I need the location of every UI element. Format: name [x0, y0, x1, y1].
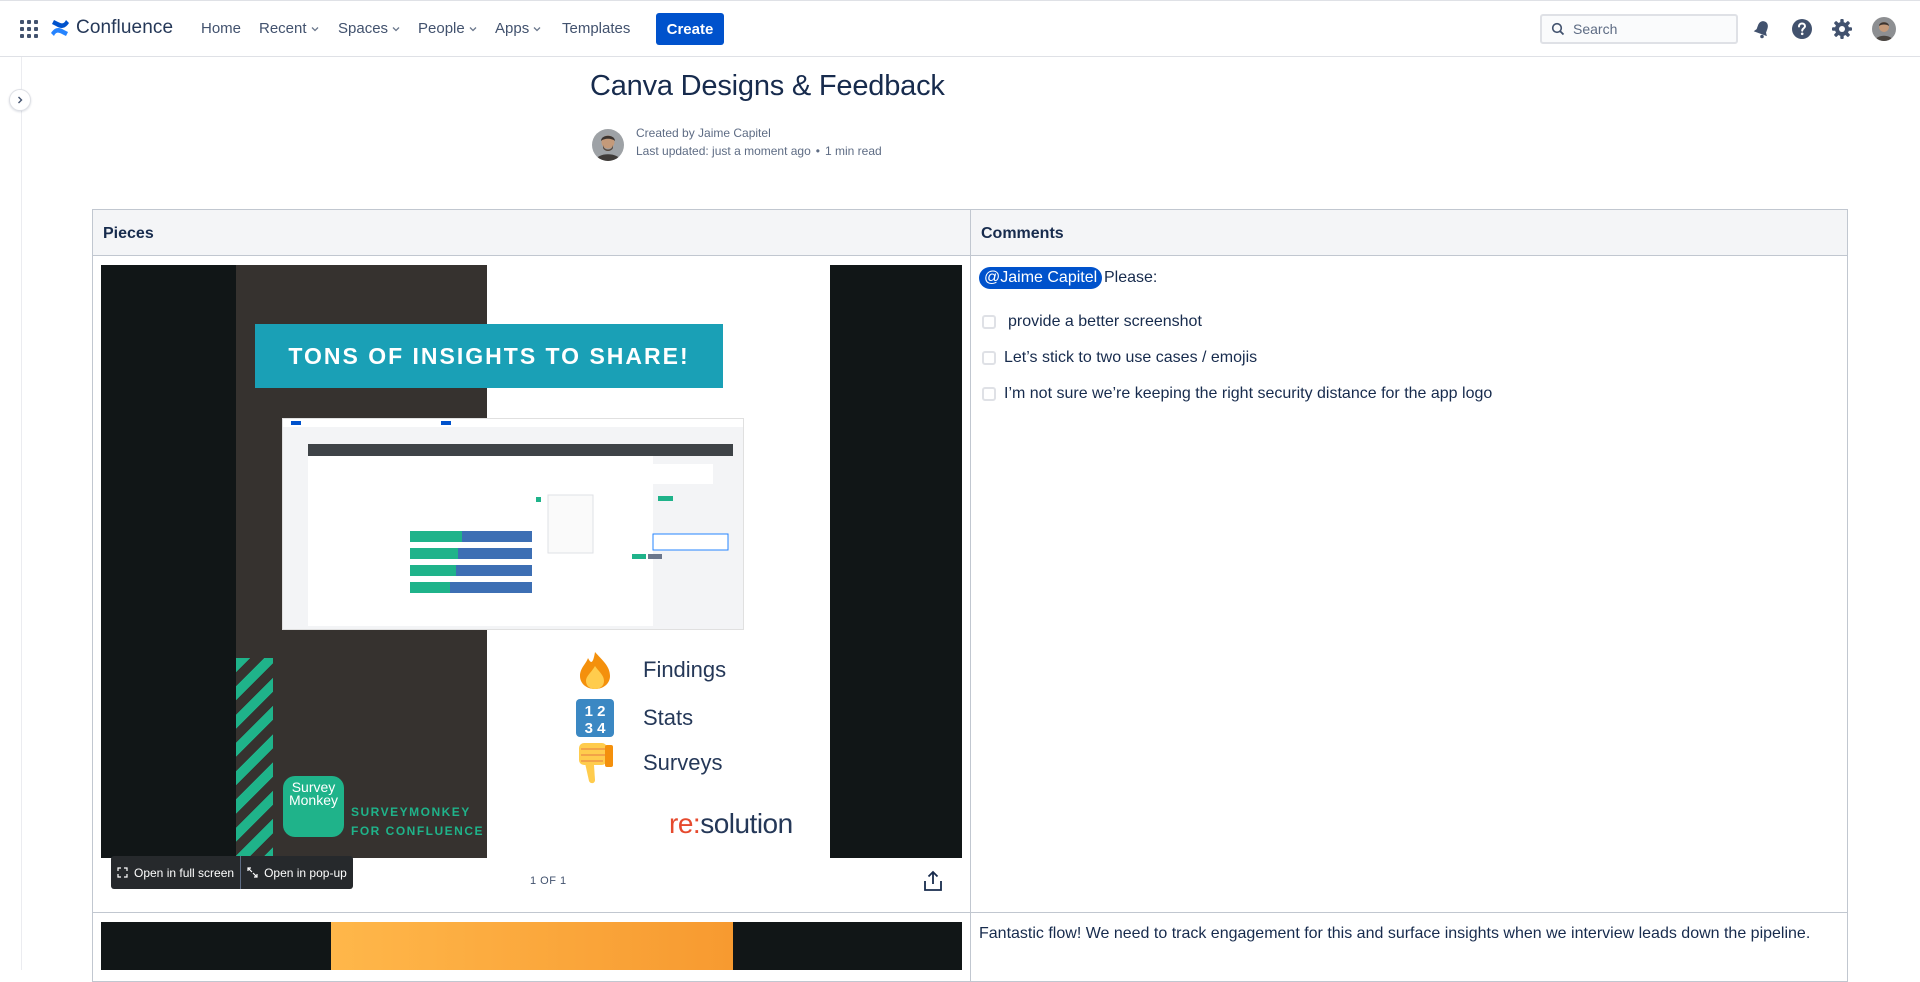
embed-page-count: 1 OF 1 — [530, 875, 567, 887]
chevron-right-icon — [18, 96, 23, 104]
surveymonkey-caption: SURVEYMONKEY FOR CONFLUENCE — [351, 803, 484, 841]
author-avatar[interactable] — [592, 129, 624, 161]
confluence-logo-icon — [51, 20, 69, 36]
open-full-screen-button[interactable]: Open in full screen — [111, 856, 240, 889]
confluence-logo[interactable]: Confluence — [50, 17, 173, 39]
popup-icon — [247, 867, 258, 878]
open-popup-label: Open in pop-up — [264, 865, 347, 880]
nav-apps[interactable]: Apps — [495, 20, 541, 37]
top-navigation: Confluence Home Recent Spaces People App… — [0, 0, 1920, 57]
table-cell-comments-row2 — [970, 912, 1848, 982]
created-by: Created by Jaime Capitel — [636, 126, 771, 140]
task-label: Let’s stick to two use cases / emojis — [1004, 349, 1258, 366]
app-switcher-icon[interactable] — [20, 20, 38, 38]
profile-avatar[interactable] — [1872, 17, 1896, 41]
comment-text: Fantastic flow! We need to track engagem… — [979, 925, 1811, 942]
task-item: provide a better screenshot — [982, 313, 1202, 331]
nav-people[interactable]: People — [418, 20, 477, 37]
canva-design-embed-2[interactable] — [101, 922, 962, 970]
feature-surveys: Surveys — [575, 743, 723, 784]
task-item: Let’s stick to two use cases / emojis — [982, 349, 1257, 367]
last-updated: Last updated: just a moment ago — [636, 144, 811, 158]
feature-label: Surveys — [643, 750, 723, 775]
nav-spaces-label: Spaces — [338, 20, 389, 37]
svg-text:1 2: 1 2 — [585, 703, 606, 720]
create-button[interactable]: Create — [656, 13, 724, 45]
sidebar-divider — [21, 57, 22, 970]
nav-templates[interactable]: Templates — [562, 20, 630, 37]
feature-label: Stats — [643, 705, 694, 730]
table-header-comments: Comments — [970, 209, 1848, 256]
separator-bullet: • — [815, 144, 820, 158]
nav-home-label: Home — [201, 20, 242, 37]
fullscreen-icon — [117, 867, 128, 878]
task-label: provide a better screenshot — [1008, 313, 1202, 330]
share-icon[interactable] — [922, 870, 944, 892]
read-time: 1 min read — [824, 144, 882, 158]
search-input[interactable]: Search — [1540, 14, 1738, 44]
open-popup-button[interactable]: Open in pop-up — [241, 856, 353, 889]
canva-design-embed[interactable]: TONS OF INSIGHTS TO SHARE! Survey Monkey… — [101, 265, 962, 858]
feature-label: Findings — [643, 657, 727, 682]
fire-icon — [575, 650, 615, 690]
nav-templates-label: Templates — [562, 20, 631, 37]
search-placeholder: Search — [1573, 21, 1618, 37]
nav-home[interactable]: Home — [201, 20, 241, 37]
page-metadata: Last updated: just a moment ago • 1 min … — [636, 144, 882, 158]
search-icon — [1551, 22, 1565, 36]
design-stripes — [236, 658, 273, 858]
task-checkbox[interactable] — [982, 351, 996, 365]
chevron-down-icon — [533, 26, 541, 31]
user-mention[interactable]: @Jaime Capitel — [979, 267, 1103, 289]
task-item: I’m not sure we’re keeping the right sec… — [982, 385, 1492, 403]
help-icon[interactable] — [1790, 17, 1814, 41]
notifications-icon[interactable] — [1750, 17, 1774, 41]
numbers-icon: 1 2 3 4 — [575, 698, 615, 738]
svg-text:3 4: 3 4 — [585, 720, 607, 737]
page-title: Canva Designs & Feedback — [590, 70, 945, 102]
caption-line-1: SURVEYMONKEY — [351, 805, 471, 819]
resolution-brand-logo: re:solution — [669, 808, 793, 840]
task-label: I’m not sure we’re keeping the right sec… — [1004, 385, 1493, 402]
embed-toolbar: Open in full screen Open in pop-up — [111, 856, 353, 889]
design-banner: TONS OF INSIGHTS TO SHARE! — [255, 324, 723, 388]
task-checkbox[interactable] — [982, 315, 996, 329]
nav-spaces[interactable]: Spaces — [338, 20, 400, 37]
brand-suffix: solution — [700, 808, 793, 839]
surveymonkey-app-logo: Survey Monkey — [283, 776, 344, 837]
feature-stats: 1 2 3 4 Stats — [575, 698, 693, 738]
settings-icon[interactable] — [1830, 17, 1854, 41]
chevron-down-icon — [311, 26, 318, 31]
product-name: Confluence — [76, 17, 174, 38]
design-screenshot-image — [282, 418, 744, 630]
sidebar-expand-button[interactable] — [9, 89, 31, 111]
chevron-down-icon — [392, 26, 400, 31]
thumbs-down-icon — [575, 743, 615, 784]
nav-recent-label: Recent — [259, 20, 307, 37]
comment-text: Please: — [1104, 269, 1158, 286]
design-orange-panel — [331, 922, 733, 970]
nav-people-label: People — [418, 20, 465, 37]
nav-apps-label: Apps — [495, 20, 530, 37]
task-checkbox[interactable] — [982, 387, 996, 401]
caption-line-2: FOR CONFLUENCE — [351, 824, 484, 838]
feature-findings: Findings — [575, 650, 726, 690]
chevron-down-icon — [469, 26, 477, 31]
open-full-screen-label: Open in full screen — [134, 865, 235, 880]
table-header-pieces: Pieces — [92, 209, 971, 256]
nav-recent[interactable]: Recent — [259, 20, 319, 37]
brand-prefix: re: — [669, 808, 701, 839]
